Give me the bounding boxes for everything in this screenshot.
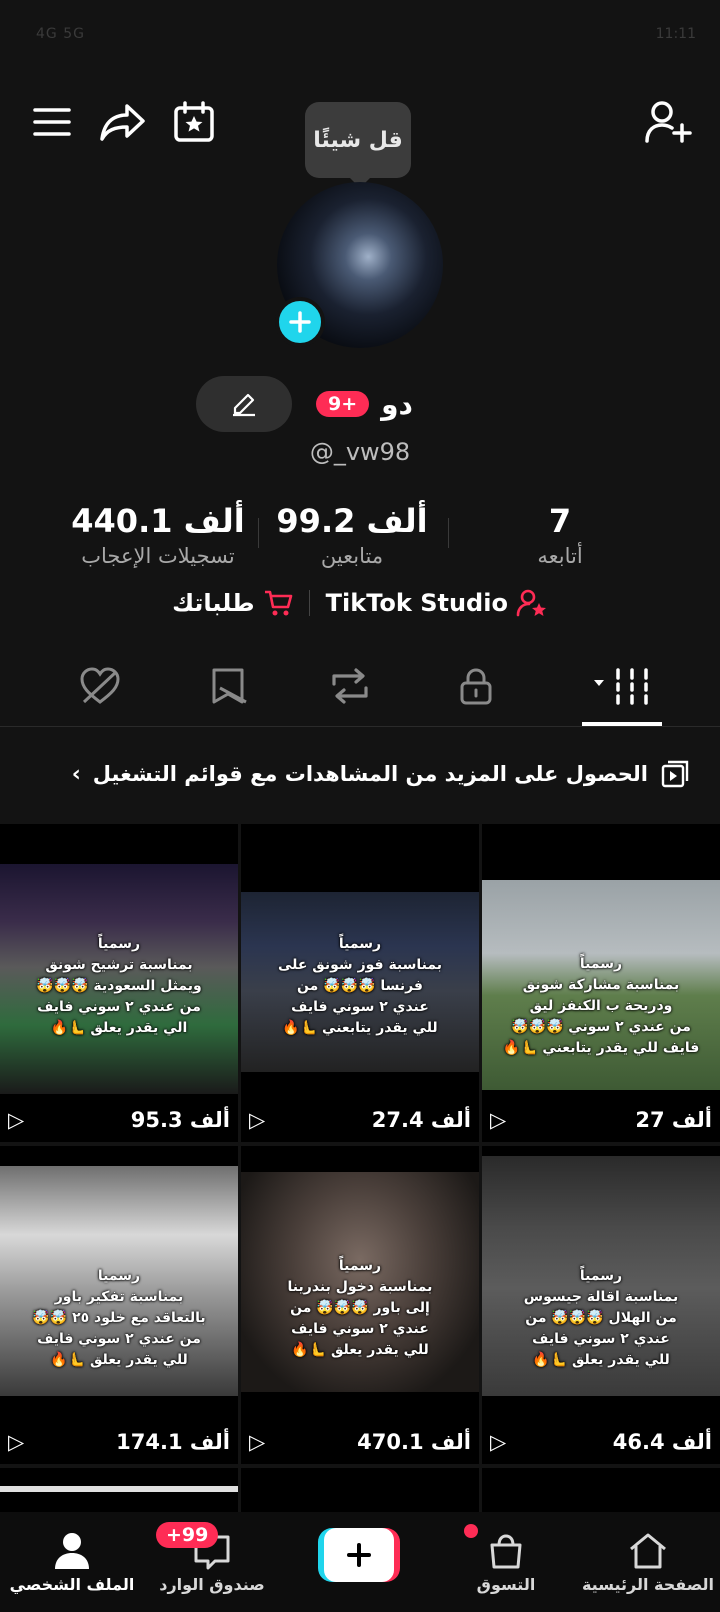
nav-inbox-label: صندوق الوارد [159,1574,265,1594]
followers-stat[interactable]: 99.2 ألف متابعين [252,502,452,568]
video-tile[interactable]: رسمياً بمناسبة ترشيح شونق ويمثل السعودية 🤯… [0,824,238,1142]
profile-name: دو [381,387,413,421]
edit-profile-button[interactable] [196,376,292,432]
nav-shop-label: التسوق [476,1574,536,1594]
video-views: ▷ 95.3 ألف [8,1108,230,1132]
likes-count: 440.1 ألف [71,502,245,540]
tiktok-studio-label: TikTok Studio [325,589,508,617]
bottom-nav: الصفحة الرئيسية التسوق صندوق الوارد +99 … [0,1512,720,1612]
video-caption: رسمياً بمناسبة ترشيح شونق ويمثل السعودية 🤯… [36,936,202,1036]
clock: 11:11 [655,26,696,42]
play-icon: ▷ [249,1430,266,1454]
video-thumbnail [0,1486,238,1492]
following-stat[interactable]: 7 أتابعه [460,502,660,568]
video-tile[interactable]: رسميا بمناسبة تفكير باور بالتعاقد مع خلود … [0,1146,238,1464]
video-tile[interactable] [0,1468,238,1512]
shopping-bag-icon [490,1533,522,1568]
video-caption: رسمياً بمناسبة اقالة جيسوس من الهلال 🤯🤯🤯 م… [523,1268,679,1368]
shop-notification-dot [464,1524,478,1538]
add-friend-icon[interactable] [642,98,694,146]
play-icon: ▷ [249,1108,266,1132]
orders-label: طلباتك [172,589,255,617]
menu-icon[interactable] [28,100,76,144]
create-button[interactable] [318,1528,400,1582]
pencil-icon [233,393,255,417]
video-views: ▷ 174.1 ألف [8,1430,230,1454]
tiktok-studio-link[interactable]: TikTok Studio [326,588,548,618]
likes-label: تسجيلات الإعجاب [81,544,235,568]
grid-dropdown-icon [594,668,648,705]
play-icon: ▷ [490,1108,507,1132]
video-views: ▷ 470.1 ألف [249,1430,471,1454]
username: @_vw98 [309,438,411,466]
video-tile[interactable]: رسمياً بمناسبة اقالة جيسوس من الهلال 🤯🤯🤯 م… [482,1146,720,1464]
video-views: ▷ 27.4 ألف [249,1108,471,1132]
video-caption: رسمياً بمناسبة فوز شونق على فرنسا 🤯🤯🤯 من عن… [277,936,443,1036]
playlist-banner-text: الحصول على المزيد من المشاهدات مع قوائم … [92,762,648,786]
content-tabs [0,648,720,728]
followers-label: متابعين [320,544,384,568]
video-views: ▷ 46.4 ألف [490,1430,712,1454]
video-tile[interactable]: رسمياً بمناسبة مشاركة شونق ودريحة ب الكنفز… [482,824,720,1142]
play-icon: ▷ [8,1108,25,1132]
tab-liked[interactable] [28,648,172,724]
video-tile[interactable]: رسمياً بمناسبة فوز شونق على فرنسا 🤯🤯🤯 من عن… [241,824,479,1142]
chevron-left-icon: ‹ [71,761,81,787]
video-views: ▷ 27 ألف [490,1108,712,1132]
plus-icon [324,1528,394,1582]
orders-link[interactable]: طلباتك [172,589,293,617]
tab-reposts[interactable] [278,648,422,724]
home-icon [630,1533,666,1568]
tabs-divider [0,726,720,727]
repost-icon [332,668,368,704]
bookmark-hidden-icon [212,668,247,704]
calendar-star-icon[interactable] [170,98,218,146]
network-status: 4G 5G [36,26,85,42]
profile-icon [55,1532,89,1569]
tab-private[interactable] [404,648,548,724]
name-badge[interactable]: +9 [316,391,370,417]
following-label: أتابعه [537,544,583,568]
nav-profile[interactable]: الملف الشخصي [0,1512,144,1612]
add-avatar-icon[interactable] [275,297,325,347]
video-caption: رسميا بمناسبة تفكير باور بالتعاقد مع خلود … [32,1268,206,1368]
studio-person-star-icon [516,589,546,617]
play-icon: ▷ [8,1430,25,1454]
links-divider [308,590,310,616]
likes-stat[interactable]: 440.1 ألف تسجيلات الإعجاب [58,502,258,568]
tab-videos[interactable] [552,648,696,724]
cart-icon [264,590,292,616]
heart-hidden-icon [80,667,120,704]
nav-shop[interactable]: التسوق [434,1512,578,1612]
following-count: 7 [548,502,572,540]
playlist-banner[interactable]: ‹ الحصول على المزيد من المشاهدات مع قوائ… [0,752,720,796]
video-caption: رسمياً بمناسبة مشاركة شونق ودريحة ب الكنفز… [502,956,700,1056]
profile-name-row: دو +9 [316,386,413,422]
say-something-tooltip[interactable]: قل شيئًا [305,102,411,188]
profile-links: طلباتك TikTok Studio [0,588,720,618]
playlist-icon [661,760,689,788]
video-caption: رسمياً بمناسبة دخول بندرينا إلى باور 🤯🤯🤯 م… [287,1258,433,1358]
lock-icon [460,668,492,705]
video-tile[interactable] [241,1468,479,1512]
video-tile[interactable] [482,1468,720,1512]
share-icon[interactable] [98,98,148,146]
stat-divider [258,518,259,548]
nav-home[interactable]: الصفحة الرئيسية [576,1512,720,1612]
followers-count: 99.2 ألف [276,502,428,540]
nav-profile-label: الملف الشخصي [9,1574,135,1594]
video-tile[interactable]: رسمياً بمناسبة دخول بندرينا إلى باور 🤯🤯🤯 م… [241,1146,479,1464]
inbox-badge: +99 [156,1522,219,1548]
play-icon: ▷ [490,1430,507,1454]
nav-home-label: الصفحة الرئيسية [581,1574,715,1594]
status-bar: 4G 5G 11:11 [0,0,720,70]
